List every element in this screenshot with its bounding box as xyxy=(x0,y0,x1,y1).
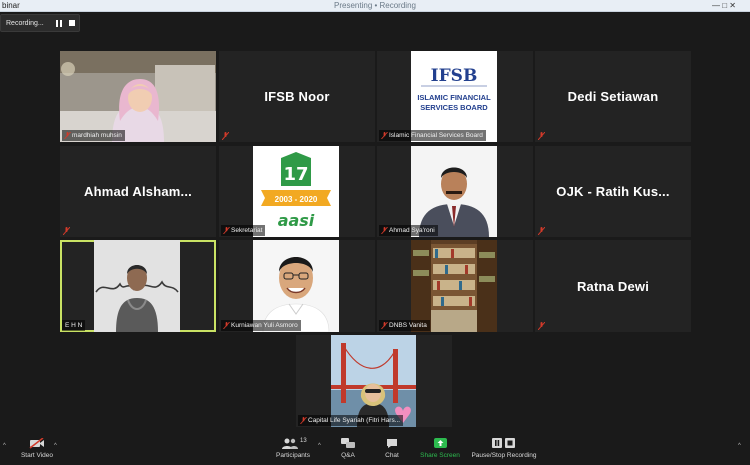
mic-muted-icon xyxy=(223,322,230,329)
mic-muted-icon xyxy=(381,227,388,234)
participants-count: 13 xyxy=(300,438,307,444)
name-tile-ahmad-alsham[interactable]: Ahmad Alsham... xyxy=(60,146,216,237)
mic-muted-icon xyxy=(63,227,70,235)
participant-name: Dedi Setiawan xyxy=(567,89,659,104)
stop-recording-icon[interactable] xyxy=(69,20,75,26)
chevron-up-icon[interactable]: ^ xyxy=(318,443,321,449)
video-tile-mardhiah[interactable]: mardhiah muhsin xyxy=(60,51,216,142)
svg-text:IFSB: IFSB xyxy=(431,66,478,86)
mic-muted-icon xyxy=(538,322,545,330)
start-video-label: Start Video xyxy=(20,452,54,459)
aasi-logo: 17 2003 - 2020 aasi xyxy=(253,146,339,237)
chat-button[interactable]: Chat xyxy=(378,438,406,459)
pause-stop-label: Pause/Stop Recording xyxy=(471,452,537,459)
mic-muted-icon xyxy=(300,417,307,424)
video-tile-ifsb[interactable]: IFSB ISLAMIC FINANCIAL SERVICES BOARD Is… xyxy=(377,51,533,142)
participant-video xyxy=(94,240,180,332)
video-tile-ahmad-syaroni[interactable]: Ahmad Sya'roni xyxy=(377,146,533,237)
video-tile-dnbs-vanita[interactable]: DNBS Vanita xyxy=(377,240,533,332)
mic-muted-icon xyxy=(538,132,545,140)
chat-icon xyxy=(387,439,397,448)
video-tile-ehn-active-speaker[interactable]: E H N xyxy=(60,240,216,332)
name-tile-ratna-dewi[interactable]: Ratna Dewi xyxy=(535,240,691,332)
svg-text:ISLAMIC FINANCIAL: ISLAMIC FINANCIAL xyxy=(417,93,491,102)
participant-video xyxy=(411,240,497,332)
recording-indicator: Recording... xyxy=(0,14,80,32)
qa-icon xyxy=(341,438,355,448)
meeting-toolbar: ^ Start Video ^ 13 Participants ^ Q&A Ch… xyxy=(0,435,750,465)
svg-text:aasi: aasi xyxy=(278,211,315,230)
participant-name: Ahmad Alsham... xyxy=(84,184,192,199)
participant-video xyxy=(253,240,339,332)
chat-label: Chat xyxy=(385,452,399,459)
share-screen-icon xyxy=(433,438,447,448)
zoom-meeting-window: binar Presenting • Recording — □ ✕ Recor… xyxy=(0,0,750,465)
participant-name: Ratna Dewi xyxy=(576,278,650,294)
participant-caption: Capital Life Syariah (Fitri Hars... xyxy=(298,415,404,426)
video-tile-kurniawan[interactable]: Kurniawan Yuli Asmoro xyxy=(219,240,375,332)
window-controls[interactable]: — □ ✕ xyxy=(712,0,736,12)
video-off-icon xyxy=(29,438,44,449)
pause-recording-icon[interactable] xyxy=(56,20,62,27)
participants-label: Participants xyxy=(276,452,310,459)
name-tile-dedi[interactable]: Dedi Setiawan xyxy=(535,51,691,142)
svg-text:2003 - 2020: 2003 - 2020 xyxy=(275,195,318,204)
window-status: Presenting • Recording xyxy=(334,1,416,10)
ifsb-logo: IFSB ISLAMIC FINANCIAL SERVICES BOARD xyxy=(411,51,497,142)
mic-muted-icon xyxy=(538,227,545,235)
pause-stop-recording-button[interactable]: Pause/Stop Recording xyxy=(470,438,538,459)
qa-label: Q&A xyxy=(341,452,355,459)
window-title: binar xyxy=(2,1,20,10)
mic-muted-icon xyxy=(381,132,388,139)
video-tile-capital-life[interactable]: Capital Life Syariah (Fitri Hars... xyxy=(296,335,452,427)
name-tile-ifsb-noor[interactable]: IFSB Noor xyxy=(219,51,375,142)
mic-muted-icon xyxy=(64,132,71,139)
participants-icon xyxy=(282,438,298,449)
svg-text:SERVICES BOARD: SERVICES BOARD xyxy=(420,103,488,112)
mic-muted-icon xyxy=(222,132,229,140)
name-tile-ojk-ratih[interactable]: OJK - Ratih Kus... xyxy=(535,146,691,237)
participants-button[interactable]: 13 Participants xyxy=(270,438,316,459)
chevron-up-icon[interactable]: ^ xyxy=(3,443,6,449)
participant-video xyxy=(60,51,216,142)
participant-caption: Islamic Financial Services Board xyxy=(379,130,486,141)
participant-caption: E H N xyxy=(62,320,86,331)
qa-button[interactable]: Q&A xyxy=(333,438,363,459)
participant-video xyxy=(411,146,497,237)
mic-muted-icon xyxy=(381,322,388,329)
pause-stop-icon xyxy=(492,438,515,448)
mic-muted-icon xyxy=(223,227,230,234)
svg-text:17: 17 xyxy=(283,164,308,185)
chevron-up-icon[interactable]: ^ xyxy=(738,443,741,449)
video-tile-sekretariat[interactable]: 17 2003 - 2020 aasi Sekretariat xyxy=(219,146,375,237)
chevron-up-icon[interactable]: ^ xyxy=(54,443,57,449)
share-screen-label: Share Screen xyxy=(420,452,460,459)
recording-label: Recording... xyxy=(6,20,44,27)
participant-video xyxy=(331,335,416,427)
participant-caption: Kurniawan Yuli Asmoro xyxy=(221,320,301,331)
participant-name: OJK - Ratih Kus... xyxy=(556,184,670,199)
title-bar: binar Presenting • Recording — □ ✕ xyxy=(0,0,750,12)
participant-caption: mardhiah muhsin xyxy=(62,130,125,141)
participant-name: IFSB Noor xyxy=(264,89,330,104)
share-screen-button[interactable]: Share Screen xyxy=(418,438,462,459)
